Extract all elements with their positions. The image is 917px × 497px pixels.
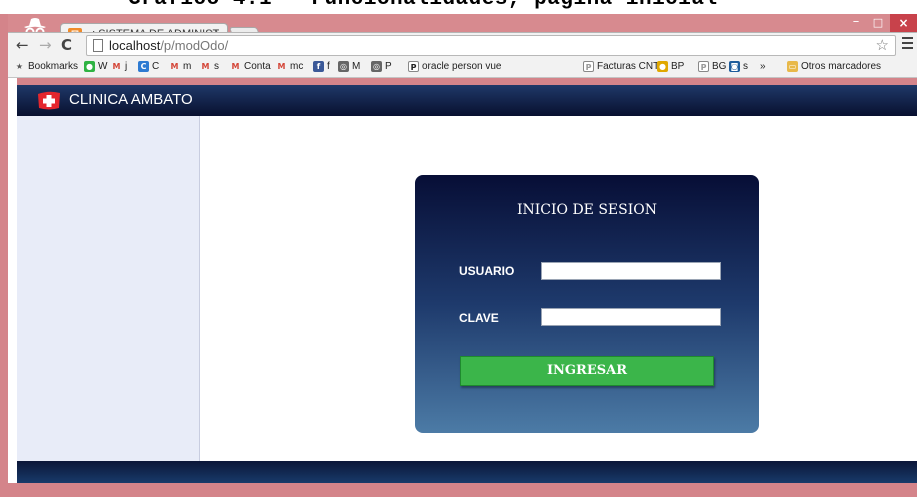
- bookmark-label: Facturas CNT: [597, 61, 660, 72]
- url-path: /p/modOdo/: [160, 38, 229, 53]
- reload-icon[interactable]: C: [61, 36, 72, 54]
- login-title: INICIO DE SESION: [516, 202, 658, 218]
- bookmark-item[interactable]: P Facturas CNT: [583, 61, 659, 72]
- app-title: CLINICA AMBATO: [69, 91, 193, 108]
- forward-arrow-icon[interactable]: →: [39, 36, 52, 54]
- folder-icon: ▭: [787, 61, 798, 72]
- contacts-icon: C: [138, 61, 149, 72]
- bookmark-label: j: [125, 61, 128, 72]
- username-input[interactable]: [541, 262, 721, 280]
- app-footer: [17, 461, 917, 483]
- bookmark-item[interactable]: Ms: [200, 61, 219, 72]
- bookmark-item[interactable]: ▭ Otros marcadores: [787, 61, 881, 72]
- page-icon: [93, 39, 103, 52]
- login-button[interactable]: INGRESAR: [460, 356, 714, 386]
- bookmark-item[interactable]: P BG: [698, 61, 726, 72]
- bookmark-item[interactable]: »: [760, 61, 766, 72]
- bookmark-label: P: [385, 61, 392, 72]
- bookmark-label: BG: [712, 61, 727, 72]
- incognito-icon: ◎: [338, 61, 349, 72]
- bookmark-item[interactable]: ● W: [84, 61, 107, 72]
- menu-icon[interactable]: [902, 37, 913, 49]
- bookmark-label: s: [214, 61, 219, 72]
- close-window-button[interactable]: ×: [890, 14, 917, 32]
- clinic-logo-icon: [38, 91, 60, 110]
- incognito-icon: ◎: [371, 61, 382, 72]
- gmail-icon: M: [231, 62, 240, 71]
- bookmarks-bar: ★ Bookmarks ● W Mj C C Mm Ms M Conta Mmc f f ◎ M ◎ P Porac…: [8, 58, 917, 78]
- bookmark-item[interactable]: ◎ P: [371, 61, 392, 72]
- bookmark-item[interactable]: CC: [138, 61, 159, 72]
- bookmark-item[interactable]: ◙ s: [729, 61, 748, 72]
- bookmark-item[interactable]: ★ Bookmarks: [14, 61, 78, 72]
- minimize-button[interactable]: –: [845, 14, 867, 32]
- gmail-icon: M: [112, 62, 121, 71]
- back-arrow-icon[interactable]: ←: [16, 36, 29, 54]
- login-panel: INICIO DE SESION USUARIO CLAVE INGRESAR: [415, 175, 759, 433]
- bookmark-item[interactable]: ◎ M: [338, 61, 360, 72]
- bookmark-label: Otros marcadores: [801, 61, 882, 72]
- bookmark-star-icon[interactable]: ☆: [876, 36, 889, 54]
- bookmark-label: BP: [671, 61, 685, 72]
- bookmark-label: W: [98, 61, 108, 72]
- gmail-icon: M: [201, 62, 210, 71]
- password-label: CLAVE: [459, 311, 499, 325]
- url-text[interactable]: localhost/p/modOdo/: [109, 38, 228, 53]
- bookmark-label: M: [352, 61, 361, 72]
- bookmark-label: f: [327, 61, 330, 72]
- bookmark-label: s: [743, 61, 748, 72]
- browser-toolbar: ← → C localhost/p/modOdo/ ☆: [8, 32, 917, 58]
- bookmark-item[interactable]: Mm: [169, 61, 192, 72]
- bookmark-label: oracle person vue: [422, 61, 502, 72]
- figure-caption: Gráfico 4.1 - Funcionalidades, página in…: [0, 0, 917, 14]
- bookmark-label: Conta: [244, 61, 271, 72]
- bookmark-item[interactable]: M Conta: [230, 61, 271, 72]
- password-input[interactable]: [541, 308, 721, 326]
- page-icon: P: [698, 61, 709, 72]
- window-frame-edge: [0, 14, 8, 497]
- url-host: localhost: [109, 38, 161, 53]
- site-icon: ◙: [729, 61, 740, 72]
- bookmark-item[interactable]: Mj: [111, 61, 128, 72]
- star-icon: ★: [15, 62, 24, 71]
- bookmark-item[interactable]: ● BP: [657, 61, 684, 72]
- app-header: CLINICA AMBATO: [17, 85, 917, 116]
- bookmark-label: C: [152, 61, 160, 72]
- bookmark-item[interactable]: Poracle person vue: [408, 61, 502, 72]
- page-icon: P: [408, 61, 419, 72]
- page-icon: P: [583, 61, 594, 72]
- bookmark-item[interactable]: ff: [313, 61, 330, 72]
- caption-text: Gráfico 4.1 - Funcionalidades, página in…: [128, 0, 718, 11]
- bookmark-label: Bookmarks: [28, 61, 79, 72]
- facebook-icon: f: [313, 61, 324, 72]
- bookmark-label: m: [183, 61, 192, 72]
- maximize-button[interactable]: □: [867, 14, 889, 32]
- bookmark-label: mc: [290, 61, 304, 72]
- address-bar[interactable]: localhost/p/modOdo/ ☆: [86, 35, 896, 56]
- bookmark-item[interactable]: Mmc: [276, 61, 304, 72]
- page-left-edge: [8, 78, 17, 483]
- sidebar: [17, 116, 200, 475]
- username-label: USUARIO: [459, 264, 515, 278]
- gmail-icon: M: [277, 62, 286, 71]
- bp-icon: ●: [657, 61, 668, 72]
- gmail-icon: M: [170, 62, 179, 71]
- bookmark-label: »: [760, 61, 766, 72]
- whatsapp-icon: ●: [84, 61, 95, 72]
